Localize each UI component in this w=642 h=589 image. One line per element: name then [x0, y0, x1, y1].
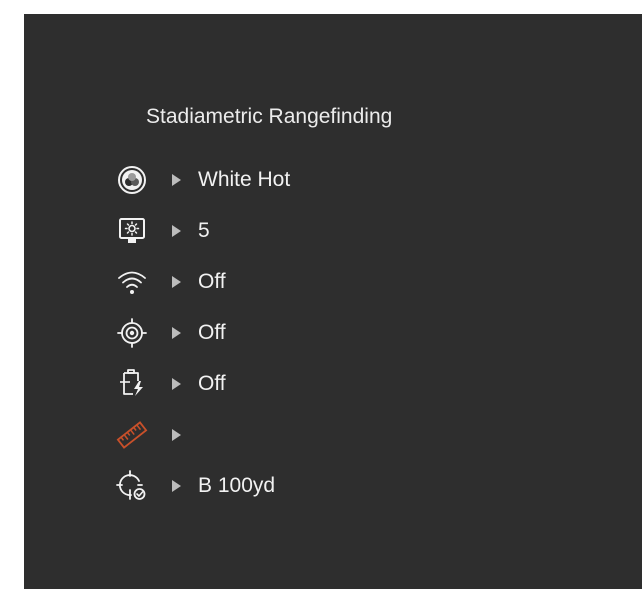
menu-item-stadiametric-rangefinding[interactable]: [112, 417, 472, 453]
chevron-right-icon: [172, 429, 181, 441]
chevron-right-icon: [172, 225, 181, 237]
zeroing-value: B 100yd: [198, 474, 276, 497]
menu-item-battery[interactable]: Off: [112, 366, 472, 402]
target-value: Off: [198, 321, 226, 344]
ruler-icon: [112, 417, 152, 453]
crosshair-check-icon: [112, 468, 152, 504]
menu-item-brightness[interactable]: 5: [112, 213, 472, 249]
wifi-value: Off: [198, 270, 226, 293]
brightness-value: 5: [198, 219, 210, 242]
menu-item-target[interactable]: Off: [112, 315, 472, 351]
palette-icon: [112, 162, 152, 198]
chevron-right-icon: [172, 378, 181, 390]
menu-item-palette[interactable]: White Hot: [112, 162, 472, 198]
brightness-icon: [112, 213, 152, 249]
chevron-right-icon: [172, 327, 181, 339]
chevron-right-icon: [172, 276, 181, 288]
battery-swap-icon: [112, 366, 152, 402]
chevron-right-icon: [172, 174, 181, 186]
wifi-icon: [112, 264, 152, 300]
battery-value: Off: [198, 372, 226, 395]
menu-title: Stadiametric Rangefinding: [146, 105, 393, 128]
target-icon: [112, 315, 152, 351]
menu-item-zeroing[interactable]: B 100yd: [112, 468, 472, 504]
menu-item-wifi[interactable]: Off: [112, 264, 472, 300]
palette-value: White Hot: [198, 168, 291, 191]
device-screen: Stadiametric Rangefinding White Hot 5 Of…: [24, 14, 642, 589]
chevron-right-icon: [172, 480, 181, 492]
